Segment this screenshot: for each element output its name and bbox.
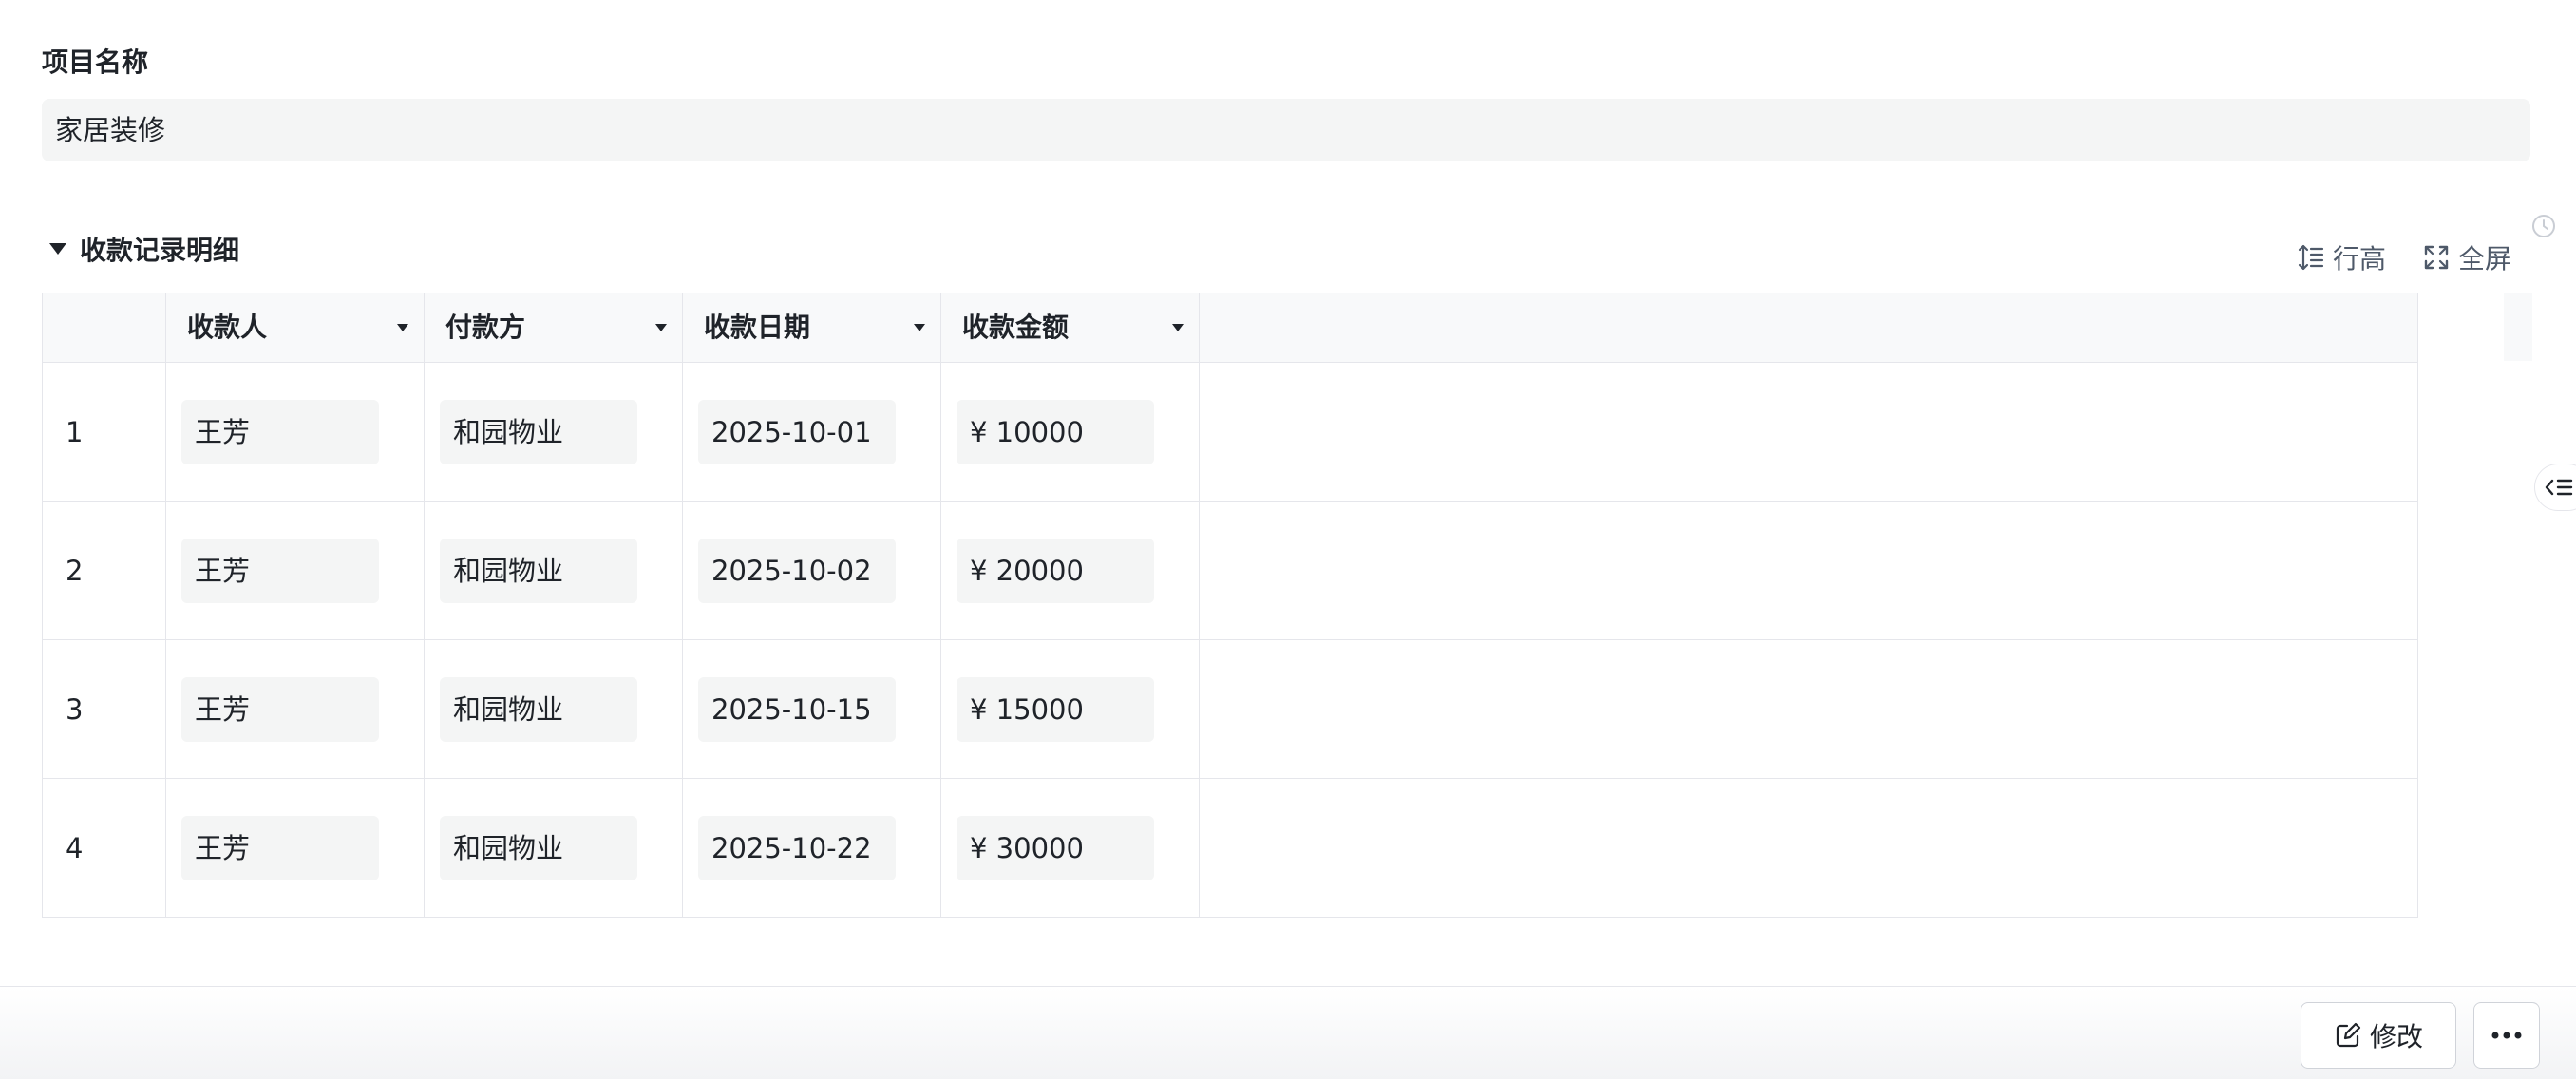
row-index: 2 — [43, 502, 166, 639]
table-row[interactable]: 3 王芳 和园物业 2025-10-15 ¥ 15000 — [43, 640, 2417, 779]
date-cell: 2025-10-22 — [698, 815, 896, 880]
row-height-icon — [2298, 244, 2324, 271]
header-payee[interactable]: 收款人 — [166, 293, 425, 362]
column-menu-icon[interactable] — [1172, 324, 1184, 331]
date-cell: 2025-10-01 — [698, 399, 896, 464]
side-panel-toggle-icon — [2545, 479, 2573, 496]
table-header: 收款人 付款方 收款日期 收款金额 — [43, 293, 2417, 363]
date-cell: 2025-10-15 — [698, 676, 896, 742]
header-payer[interactable]: 付款方 — [425, 293, 683, 362]
footer-bar: 修改 — [0, 986, 2576, 1079]
header-amount[interactable]: 收款金额 — [941, 293, 1200, 362]
fullscreen-label: 全屏 — [2458, 243, 2512, 274]
column-menu-icon[interactable] — [914, 324, 925, 331]
payee-cell: 王芳 — [181, 399, 379, 464]
row-height-label: 行高 — [2333, 243, 2387, 274]
project-name-value: 家居装修 — [42, 99, 2530, 161]
header-filler — [1200, 293, 2417, 362]
table-row[interactable]: 2 王芳 和园物业 2025-10-02 ¥ 20000 — [43, 502, 2417, 640]
record-detail-page: 项目名称 家居装修 收款记录明细 行高 全屏 收款人 付款方 收款日期 收款金额… — [0, 0, 2576, 1079]
table-row[interactable]: 1 王芳 和园物业 2025-10-01 ¥ 10000 — [43, 363, 2417, 502]
row-index: 4 — [43, 779, 166, 917]
edit-button[interactable]: 修改 — [2301, 1002, 2456, 1069]
table-scroll-header-stub — [2504, 293, 2532, 361]
payee-cell: 王芳 — [181, 815, 379, 880]
payer-cell: 和园物业 — [440, 815, 637, 880]
column-menu-icon[interactable] — [397, 324, 408, 331]
header-index — [43, 293, 166, 362]
column-menu-icon[interactable] — [655, 324, 667, 331]
side-panel-toggle[interactable] — [2534, 464, 2576, 511]
amount-cell: ¥ 20000 — [957, 538, 1154, 603]
section-title: 收款记录明细 — [80, 235, 240, 266]
date-cell: 2025-10-02 — [698, 538, 896, 603]
fullscreen-button[interactable]: 全屏 — [2422, 237, 2511, 277]
more-icon — [2491, 1032, 2522, 1039]
more-button[interactable] — [2473, 1002, 2540, 1069]
row-height-button[interactable]: 行高 — [2297, 237, 2386, 277]
collapse-caret-icon[interactable] — [49, 243, 66, 255]
payer-cell: 和园物业 — [440, 399, 637, 464]
table-row[interactable]: 4 王芳 和园物业 2025-10-22 ¥ 30000 — [43, 779, 2417, 917]
edit-label: 修改 — [2369, 1021, 2423, 1052]
edit-icon — [2336, 1022, 2361, 1048]
header-date[interactable]: 收款日期 — [683, 293, 941, 362]
amount-cell: ¥ 10000 — [957, 399, 1154, 464]
history-icon[interactable] — [2530, 213, 2557, 239]
row-index: 1 — [43, 363, 166, 501]
payee-cell: 王芳 — [181, 538, 379, 603]
payer-cell: 和园物业 — [440, 538, 637, 603]
amount-cell: ¥ 30000 — [957, 815, 1154, 880]
row-index: 3 — [43, 640, 166, 778]
section-header[interactable]: 收款记录明细 — [49, 230, 239, 268]
payee-cell: 王芳 — [181, 676, 379, 742]
payer-cell: 和园物业 — [440, 676, 637, 742]
receipts-table: 收款人 付款方 收款日期 收款金额 1 王芳 和园物业 2025-10-01 ¥… — [42, 293, 2418, 918]
project-name-label: 项目名称 — [42, 47, 149, 78]
amount-cell: ¥ 15000 — [957, 676, 1154, 742]
fullscreen-icon — [2424, 245, 2449, 270]
